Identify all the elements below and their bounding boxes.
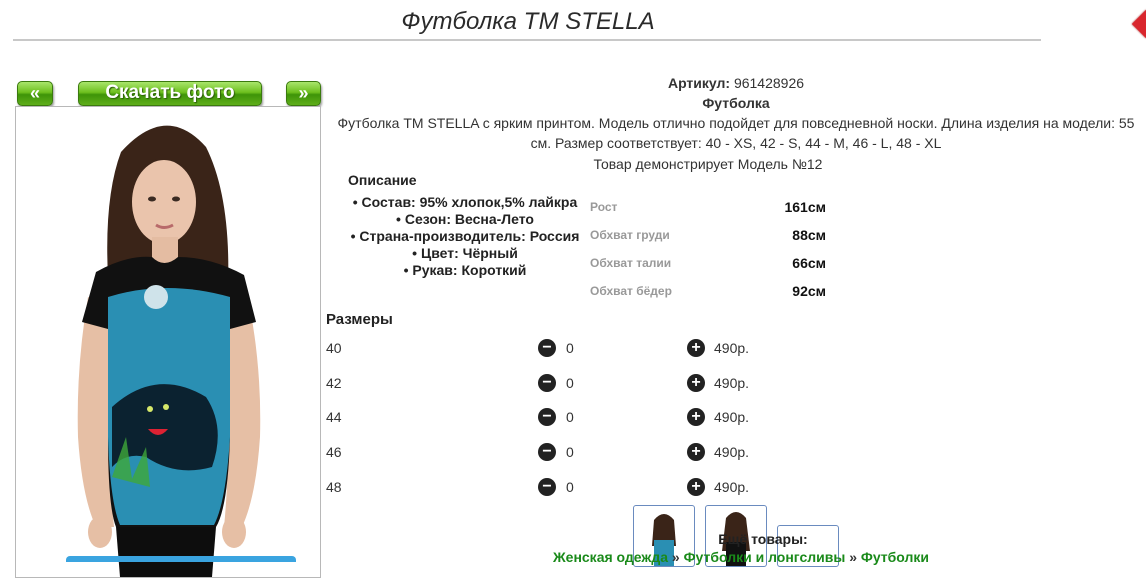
breadcrumb-separator: » [671,549,680,565]
breadcrumb-link-womens-clothing[interactable]: Женская одежда [553,549,668,565]
size-label: 42 [326,375,342,391]
decrease-qty-button[interactable]: − [538,478,556,496]
prev-photo-button[interactable]: « [17,81,53,106]
feature-item: • Страна-производитель: Россия [350,228,580,244]
minus-circle-icon: − [542,408,552,425]
minus-circle-icon: − [542,478,552,495]
increase-qty-button[interactable]: + [687,408,705,426]
sku-value: 961428926 [733,75,805,91]
qty-value: 0 [566,479,574,495]
qty-value: 0 [566,409,574,425]
feature-item: • Цвет: Чёрный [412,245,518,261]
qty-value: 0 [566,444,574,460]
feature-item: • Сезон: Весна-Лето [396,211,534,227]
increase-qty-button[interactable]: + [687,374,705,392]
measure-value-height: 161см [784,199,826,215]
logo-icon[interactable] [1131,9,1146,39]
measure-label-hips: Обхват бёдер [590,284,672,298]
decrease-qty-button[interactable]: − [538,408,556,426]
more-products-heading: Ещё товары: [718,531,808,547]
sku-label: Артикул: [667,75,731,91]
plus-circle-icon: + [691,408,701,425]
increase-qty-button[interactable]: + [687,443,705,461]
minus-circle-icon: − [542,339,552,356]
price-value: 490р. [714,409,750,425]
size-label: 40 [326,340,342,356]
minus-circle-icon: − [542,374,552,391]
decrease-qty-button[interactable]: − [538,374,556,392]
plus-circle-icon: + [691,374,701,391]
size-label: 46 [326,444,342,460]
breadcrumb-separator: » [849,549,857,565]
product-photo[interactable] [15,106,321,578]
photo-caption-bar [66,556,296,562]
next-photo-button[interactable]: » [286,81,321,106]
measure-label-height: Рост [590,200,618,214]
measure-label-waist: Обхват талии [590,256,672,270]
page-title: Футболка ТМ STELLA [401,8,655,35]
plus-circle-icon: + [691,339,701,356]
sku-line: Артикул: 961428926 [326,75,1146,91]
measure-value-waist: 66см [792,255,826,271]
price-value: 490р. [714,479,750,495]
sizes-heading: Размеры [326,311,393,328]
measure-value-chest: 88см [792,227,826,243]
price-value: 490р. [714,340,750,356]
breadcrumb-link-tshirts[interactable]: Футболки [861,549,929,565]
measure-label-chest: Обхват груди [590,228,670,242]
measure-value-hips: 92см [792,283,826,299]
model-line: Товар демонстрирует Модель №12 [593,156,823,172]
breadcrumb: Женская одежда » Футболки и лонгсливы » … [553,549,929,565]
price-value: 490р. [714,444,750,460]
size-label: 48 [326,479,342,495]
size-label: 44 [326,409,342,425]
qty-value: 0 [566,340,574,356]
product-type: Футболка [702,95,770,111]
qty-value: 0 [566,375,574,391]
decrease-qty-button[interactable]: − [538,443,556,461]
feature-item: • Рукав: Короткий [403,262,527,278]
increase-qty-button[interactable]: + [687,339,705,357]
increase-qty-button[interactable]: + [687,478,705,496]
download-photo-button[interactable]: Скачать фото [78,81,262,106]
model-illustration [16,107,320,577]
description-heading: Описание [348,172,417,188]
description-line-1: Футболка ТМ STELLA с ярким принтом. Моде… [337,115,1135,131]
plus-circle-icon: + [691,443,701,460]
breadcrumb-link-tshirts-longsleeves[interactable]: Футболки и лонгсливы [684,549,846,565]
price-value: 490р. [714,375,750,391]
decrease-qty-button[interactable]: − [538,339,556,357]
feature-item: • Состав: 95% хлопок,5% лайкра [352,194,578,210]
description-line-2: см. Размер соответствует: 40 - XS, 42 - … [530,135,942,151]
title-divider [13,39,1041,41]
minus-circle-icon: − [542,443,552,460]
plus-circle-icon: + [691,478,701,495]
